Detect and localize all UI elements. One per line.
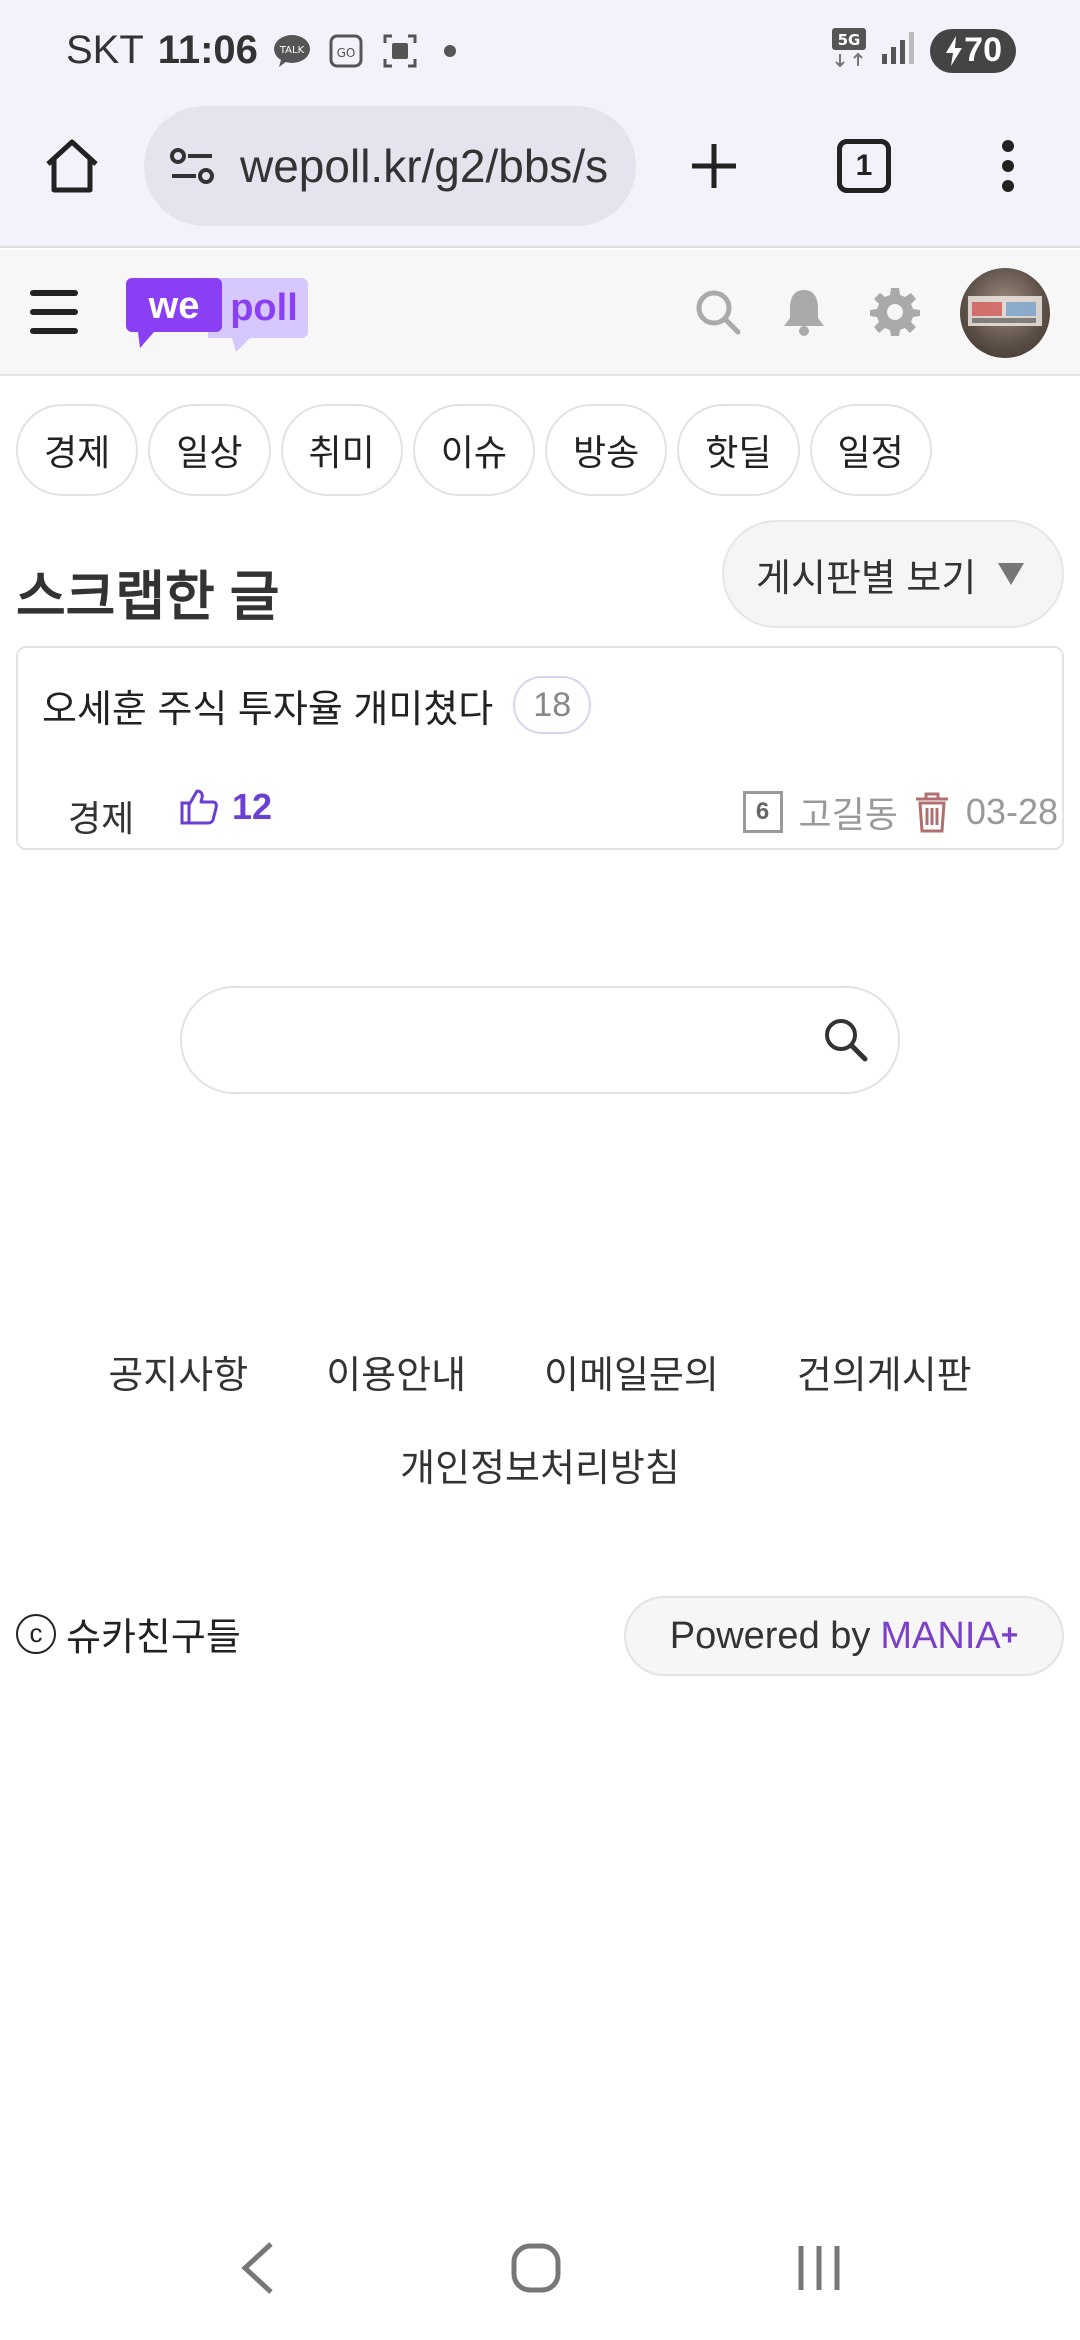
nav-back-button[interactable]	[237, 2240, 277, 2301]
url-text: wepoll.kr/g2/bbs/s	[240, 140, 609, 192]
category-chip[interactable]: 취미	[280, 404, 403, 496]
powered-brand: MANIA	[880, 1614, 1001, 1657]
user-avatar[interactable]	[960, 268, 1050, 358]
post-meta-right: 6 고길동 03-28	[742, 786, 1058, 838]
trash-icon[interactable]	[914, 791, 950, 833]
category-chip[interactable]: 방송	[545, 404, 668, 496]
more-notifications-dot	[443, 44, 456, 57]
board-view-dropdown[interactable]: 게시판별 보기	[722, 520, 1064, 628]
footer-links: 공지사항 이용안내 이메일문의 건의게시판 개인정보처리방침	[0, 1344, 1080, 1530]
powered-prefix: Powered by	[669, 1614, 871, 1657]
back-icon	[240, 2241, 273, 2294]
category-chip[interactable]: 핫딜	[677, 404, 800, 496]
home-button[interactable]	[36, 130, 108, 202]
notifications-button[interactable]	[782, 288, 826, 341]
menu-icon	[30, 290, 78, 334]
powered-plus: +	[1000, 1619, 1019, 1652]
thumbs-up-icon	[180, 789, 218, 825]
post-card[interactable]: 오세훈 주식 투자율 개미쳤다 18 경제 12 6 고길동 03-28	[16, 646, 1064, 850]
home-circle-icon	[511, 2243, 561, 2292]
site-search-button[interactable]	[694, 288, 742, 341]
category-chip[interactable]: 경제	[16, 404, 139, 496]
search-submit-button[interactable]	[822, 1016, 868, 1067]
powered-by-badge[interactable]: Powered by MANIA +	[624, 1596, 1064, 1676]
post-title[interactable]: 오세훈 주식 투자율 개미쳤다	[42, 678, 493, 733]
screenshot-notification-icon	[380, 31, 420, 71]
site-logo[interactable]: we poll	[124, 276, 310, 356]
footer-link-privacy[interactable]: 개인정보처리방침	[400, 1437, 680, 1492]
footer-link-suggestions[interactable]: 건의게시판	[797, 1344, 972, 1399]
like-value: 12	[232, 786, 273, 827]
charging-bolt-icon	[946, 35, 963, 66]
svg-text:TALK: TALK	[279, 45, 305, 56]
signal-icon	[882, 32, 916, 69]
site-header: we poll	[0, 250, 1080, 376]
triangle-down-icon	[998, 563, 1025, 585]
status-left: SKT 11:06 TALK GO	[66, 28, 456, 73]
nav-home-button[interactable]	[510, 2242, 562, 2299]
svg-text:GO: GO	[337, 46, 356, 60]
copyright-name: 슈카친구들	[66, 1617, 241, 1659]
post-meta: 경제 12 6 고길동 03-28	[68, 780, 1058, 840]
footer-link-guide[interactable]: 이용안내	[326, 1344, 466, 1399]
system-nav-bar	[0, 2200, 1080, 2340]
status-bar: SKT 11:06 TALK GO 5G 70	[0, 0, 1080, 100]
talk-notification-icon: TALK	[272, 31, 312, 71]
gear-icon	[870, 288, 920, 336]
tab-count: 1	[837, 139, 891, 193]
search-icon	[825, 1019, 868, 1062]
browser-menu-button[interactable]	[972, 130, 1044, 202]
network-5g-icon: 5G	[832, 28, 868, 73]
post-title-row[interactable]: 오세훈 주식 투자율 개미쳤다 18	[42, 676, 592, 734]
recents-icon	[798, 2245, 840, 2290]
footer-link-notice[interactable]: 공지사항	[108, 1344, 248, 1399]
copyright-symbol: c	[16, 1613, 56, 1654]
search-icon	[696, 290, 741, 335]
page-title: 스크랩한 글	[16, 567, 280, 627]
home-icon	[46, 139, 98, 193]
post-author[interactable]: 고길동	[799, 786, 898, 838]
settings-button[interactable]	[870, 286, 920, 341]
carrier-label: SKT	[66, 28, 144, 72]
post-date: 03-28	[965, 791, 1058, 832]
copyright: c 슈카친구들	[16, 1606, 241, 1661]
footer-link-email[interactable]: 이메일문의	[544, 1344, 719, 1399]
hamburger-menu-button[interactable]	[28, 288, 86, 338]
category-chip[interactable]: 일정	[809, 404, 932, 496]
url-bar[interactable]: wepoll.kr/g2/bbs/s	[144, 106, 636, 226]
category-chips: 경제 일상 취미 이슈 방송 핫딜 일정	[16, 404, 932, 496]
browser-toolbar: wepoll.kr/g2/bbs/s 1	[0, 100, 1080, 248]
bell-icon	[784, 290, 824, 336]
comment-count-badge: 18	[513, 676, 592, 734]
avatar-image	[968, 296, 1042, 326]
search-input[interactable]	[222, 1008, 782, 1074]
bottom-search-box	[180, 986, 900, 1094]
battery-level: 70	[964, 31, 1002, 69]
board-view-label: 게시판별 보기	[756, 557, 977, 600]
svg-text:5G: 5G	[838, 31, 861, 49]
post-category: 경제	[68, 798, 135, 839]
more-vert-icon	[1002, 140, 1014, 192]
tab-switcher-button[interactable]: 1	[828, 130, 900, 202]
battery-indicator: 70	[930, 28, 1016, 73]
clock: 11:06	[157, 28, 258, 72]
new-tab-button[interactable]	[678, 130, 750, 202]
plus-icon	[692, 144, 736, 188]
nav-recents-button[interactable]	[795, 2242, 843, 2299]
go-notification-icon: GO	[326, 31, 366, 71]
site-settings-icon	[170, 148, 214, 184]
category-chip[interactable]: 이슈	[412, 404, 535, 496]
category-chip[interactable]: 일상	[148, 404, 271, 496]
footer-links-row-2: 개인정보처리방침	[0, 1437, 1080, 1492]
svg-text:poll: poll	[230, 287, 298, 329]
status-right: 5G 70	[832, 28, 1016, 73]
like-count: 12	[180, 786, 272, 828]
svg-text:we: we	[148, 285, 200, 327]
footer-links-row-1: 공지사항 이용안내 이메일문의 건의게시판	[0, 1344, 1080, 1399]
calendar-icon: 6	[742, 791, 783, 833]
